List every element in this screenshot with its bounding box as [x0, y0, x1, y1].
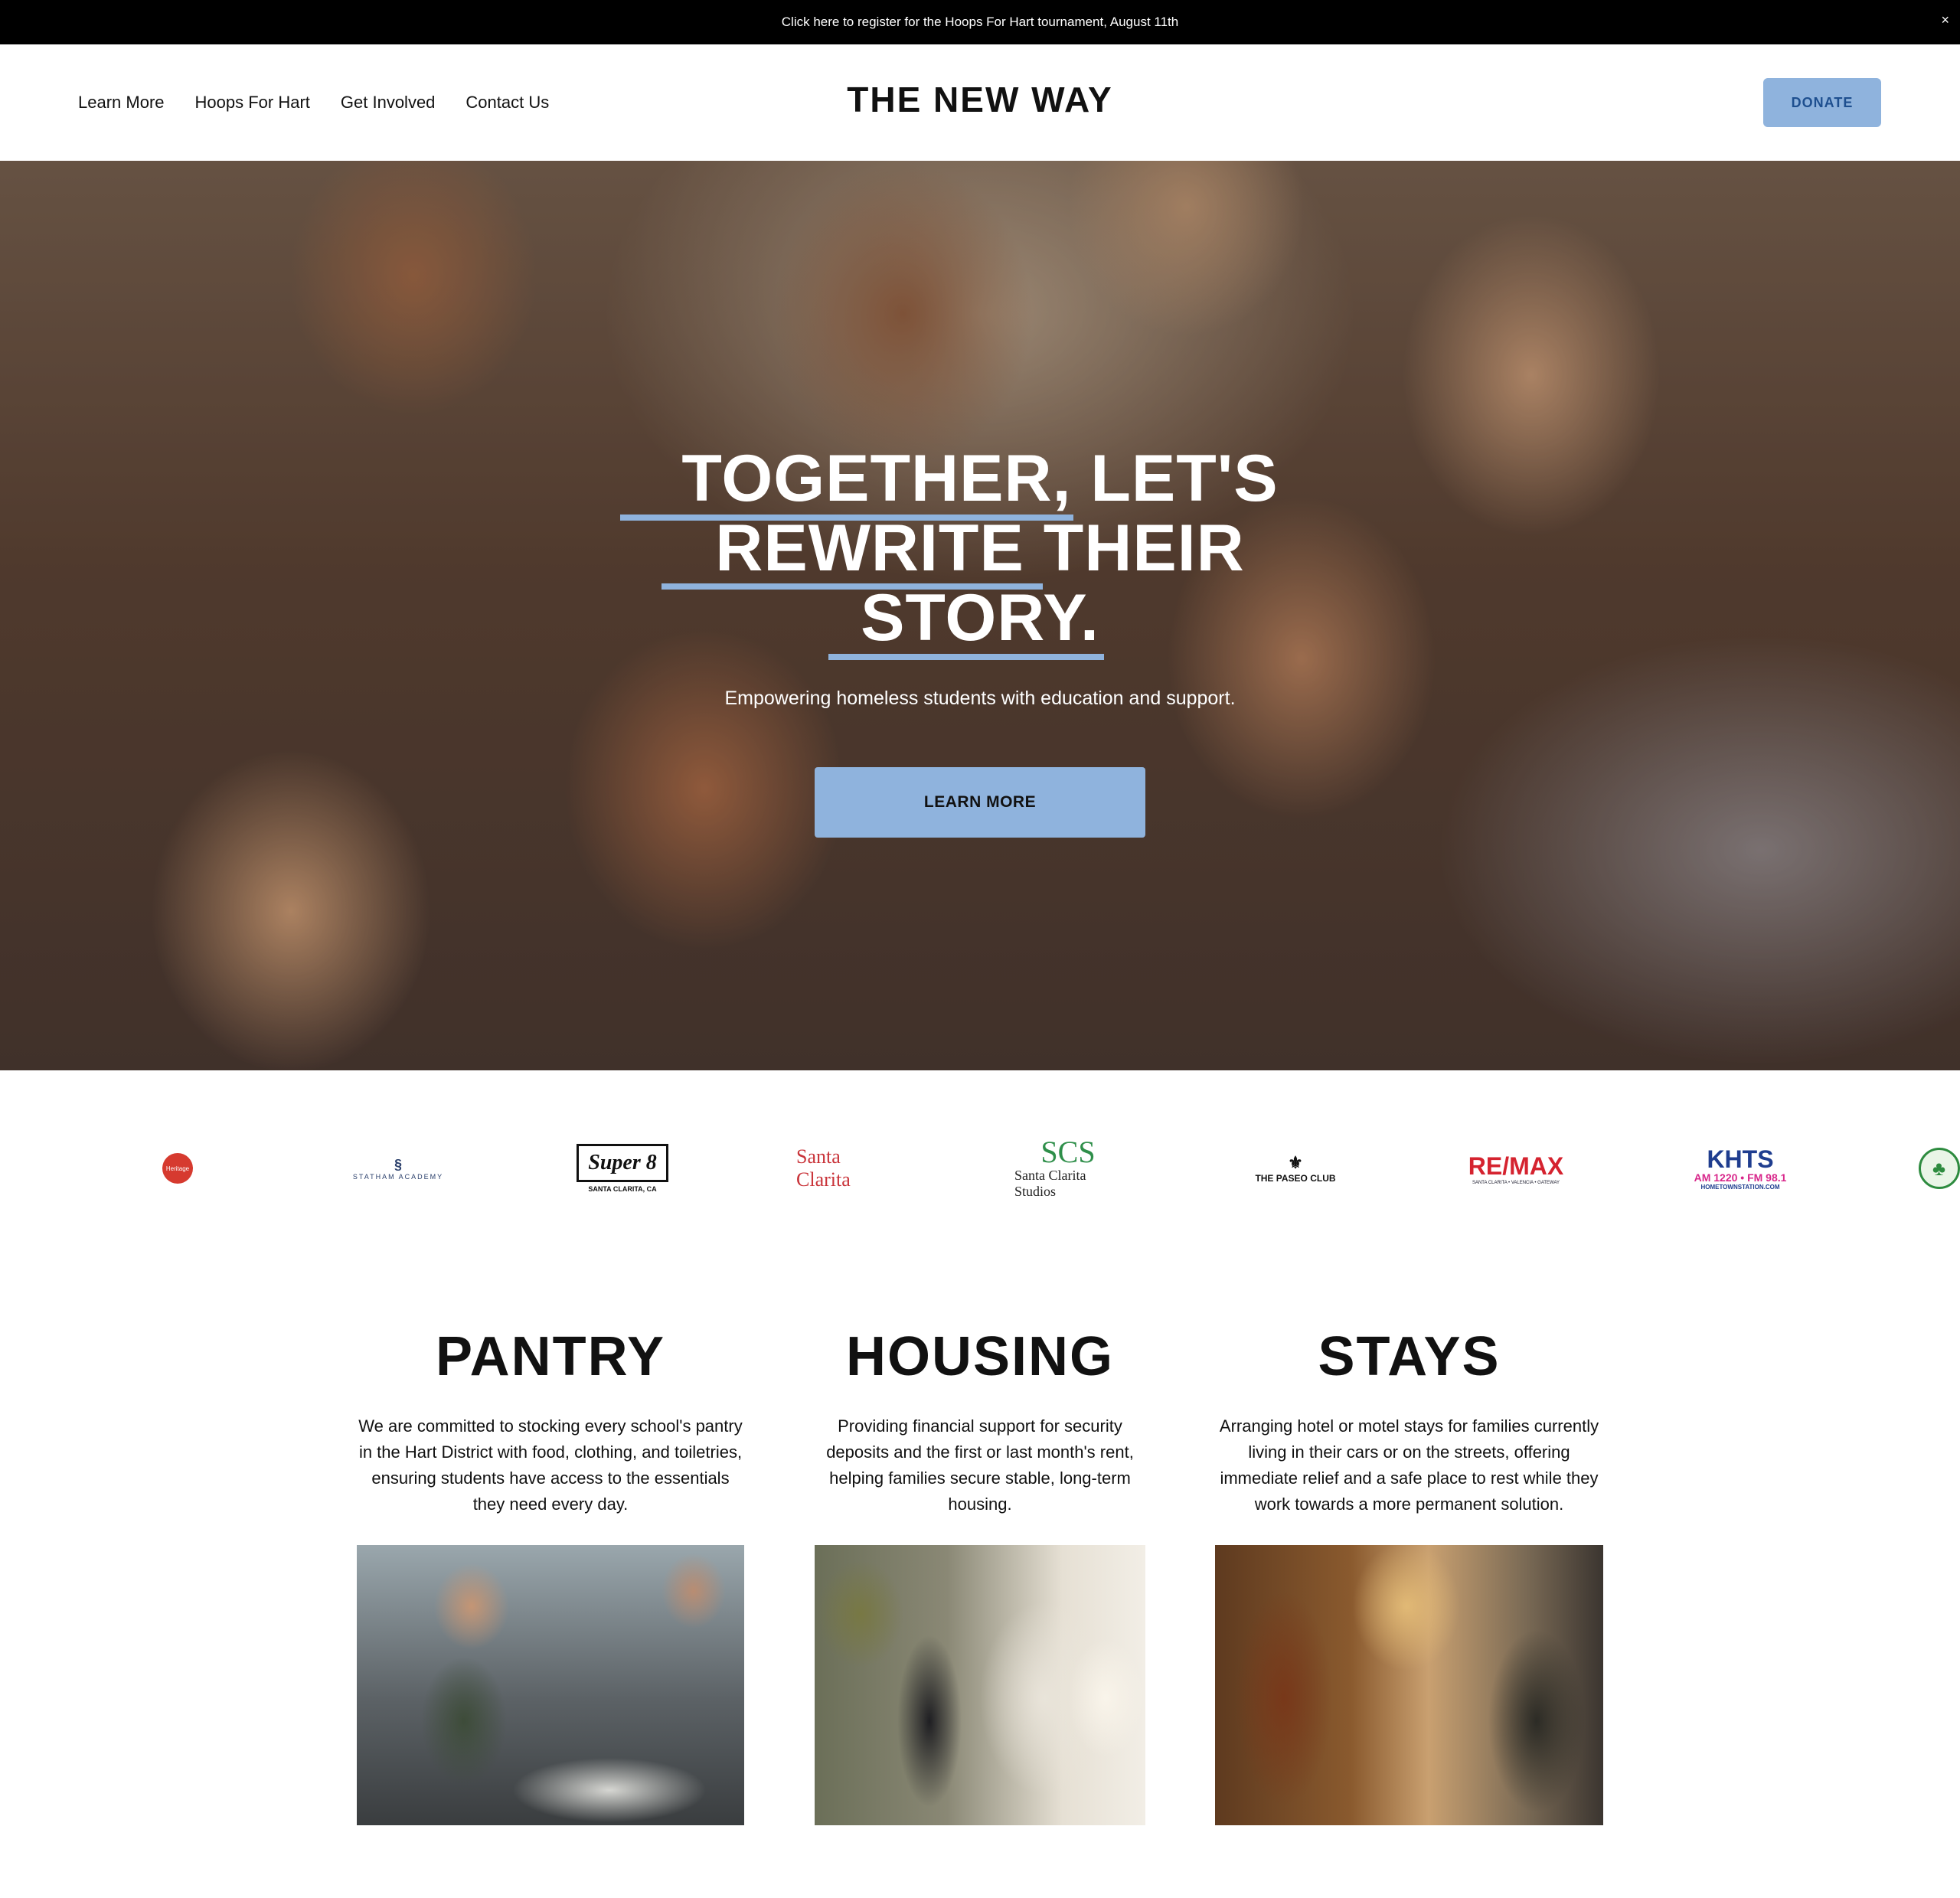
- super8-mark: Super 8: [577, 1144, 668, 1182]
- fleur-icon: ⚜: [1288, 1153, 1303, 1172]
- sponsor-logo-caption: SANTA CLARITA • VALENCIA • GATEWAY: [1472, 1180, 1560, 1185]
- site-logo[interactable]: THE NEW WAY: [0, 79, 1960, 120]
- hero-title-line: TOGETHER, LET'S: [681, 442, 1279, 515]
- sponsor-logo-heritage[interactable]: Heritage: [161, 1130, 194, 1207]
- sponsor-logo-text: Heritage: [162, 1153, 193, 1184]
- sponsor-logo-text: Super 8: [588, 1151, 657, 1174]
- hero-subtitle: Empowering homeless students with educat…: [724, 688, 1236, 709]
- announcement-text[interactable]: Click here to register for the Hoops For…: [782, 15, 1178, 30]
- sponsor-logo-tree[interactable]: ♣: [1918, 1130, 1960, 1207]
- hero-title-line: STORY.: [861, 581, 1099, 655]
- stays-image: [1215, 1545, 1603, 1825]
- sponsor-logo-caption: AM 1220 • FM 98.1: [1694, 1171, 1787, 1184]
- housing-image: [815, 1545, 1145, 1825]
- title-underline: [620, 515, 1073, 521]
- service-title: PANTRY: [436, 1326, 665, 1387]
- sponsor-logos: Heritage § STATHAM ACADEMY Super 8 SANTA …: [0, 1070, 1960, 1262]
- title-underline: [662, 583, 1043, 590]
- sponsor-logo-text: RE/MAX: [1468, 1152, 1564, 1180]
- service-title: STAYS: [1318, 1326, 1501, 1387]
- sponsor-logo-caption: Santa Clarita Studios: [1014, 1168, 1086, 1199]
- sponsor-logo-text: THE PASEO CLUB: [1255, 1173, 1336, 1184]
- sponsor-logo-text: Santa Clarita: [796, 1145, 851, 1191]
- service-description: Arranging hotel or motel stays for famil…: [1219, 1416, 1599, 1514]
- sponsor-logo-caption: HOMETOWNSTATION.COM: [1700, 1183, 1780, 1191]
- sponsor-logo-text: KHTS: [1707, 1145, 1774, 1173]
- sponsor-logo-text: SCS: [1040, 1135, 1096, 1169]
- service-description: We are committed to stocking every schoo…: [358, 1416, 743, 1514]
- service-housing: HOUSING Providing financial support for …: [815, 1325, 1145, 1517]
- pantry-image: [357, 1545, 744, 1825]
- service-title: HOUSING: [845, 1326, 1115, 1387]
- site-header: Learn More Hoops For Hart Get Involved C…: [0, 44, 1960, 161]
- sponsor-logo-khts[interactable]: KHTS AM 1220 • FM 98.1 HOMETOWNSTATION.C…: [1690, 1130, 1790, 1207]
- sponsor-logo-santa-clarita-magazine[interactable]: Santa Clarita: [796, 1130, 896, 1207]
- service-description: Providing financial support for security…: [826, 1416, 1134, 1514]
- learn-more-button[interactable]: LEARN MORE: [815, 767, 1145, 838]
- sponsor-logo-santa-clarita-studios[interactable]: SCS Santa Clarita Studios: [1014, 1130, 1122, 1207]
- tree-icon: ♣: [1918, 1148, 1960, 1189]
- announcement-bar[interactable]: Click here to register for the Hoops For…: [0, 0, 1960, 44]
- sponsor-logo-remax[interactable]: RE/MAX SANTA CLARITA • VALENCIA • GATEWA…: [1466, 1130, 1566, 1207]
- service-pantry: PANTRY We are committed to stocking ever…: [357, 1325, 744, 1517]
- sponsor-logo-caption: SANTA CLARITA, CA: [588, 1185, 657, 1193]
- statham-icon: §: [394, 1156, 402, 1172]
- hero-section: TOGETHER, LET'S REWRITE THEIR STORY. Emp…: [0, 161, 1960, 1070]
- sponsor-logo-text: STATHAM ACADEMY: [352, 1172, 444, 1181]
- title-underline: [828, 654, 1104, 660]
- hero-title-line: REWRITE THEIR: [715, 511, 1245, 585]
- sponsor-logo-paseo-club[interactable]: ⚜ THE PASEO CLUB: [1250, 1130, 1341, 1207]
- donate-button[interactable]: DONATE: [1763, 78, 1881, 127]
- sponsor-logo-statham[interactable]: § STATHAM ACADEMY: [352, 1130, 444, 1207]
- service-stays: STAYS Arranging hotel or motel stays for…: [1215, 1325, 1603, 1517]
- sponsor-logo-super8[interactable]: Super 8 SANTA CLARITA, CA: [573, 1130, 672, 1207]
- close-icon[interactable]: ×: [1941, 12, 1949, 28]
- hero-title: TOGETHER, LET'S REWRITE THEIR STORY.: [0, 444, 1960, 653]
